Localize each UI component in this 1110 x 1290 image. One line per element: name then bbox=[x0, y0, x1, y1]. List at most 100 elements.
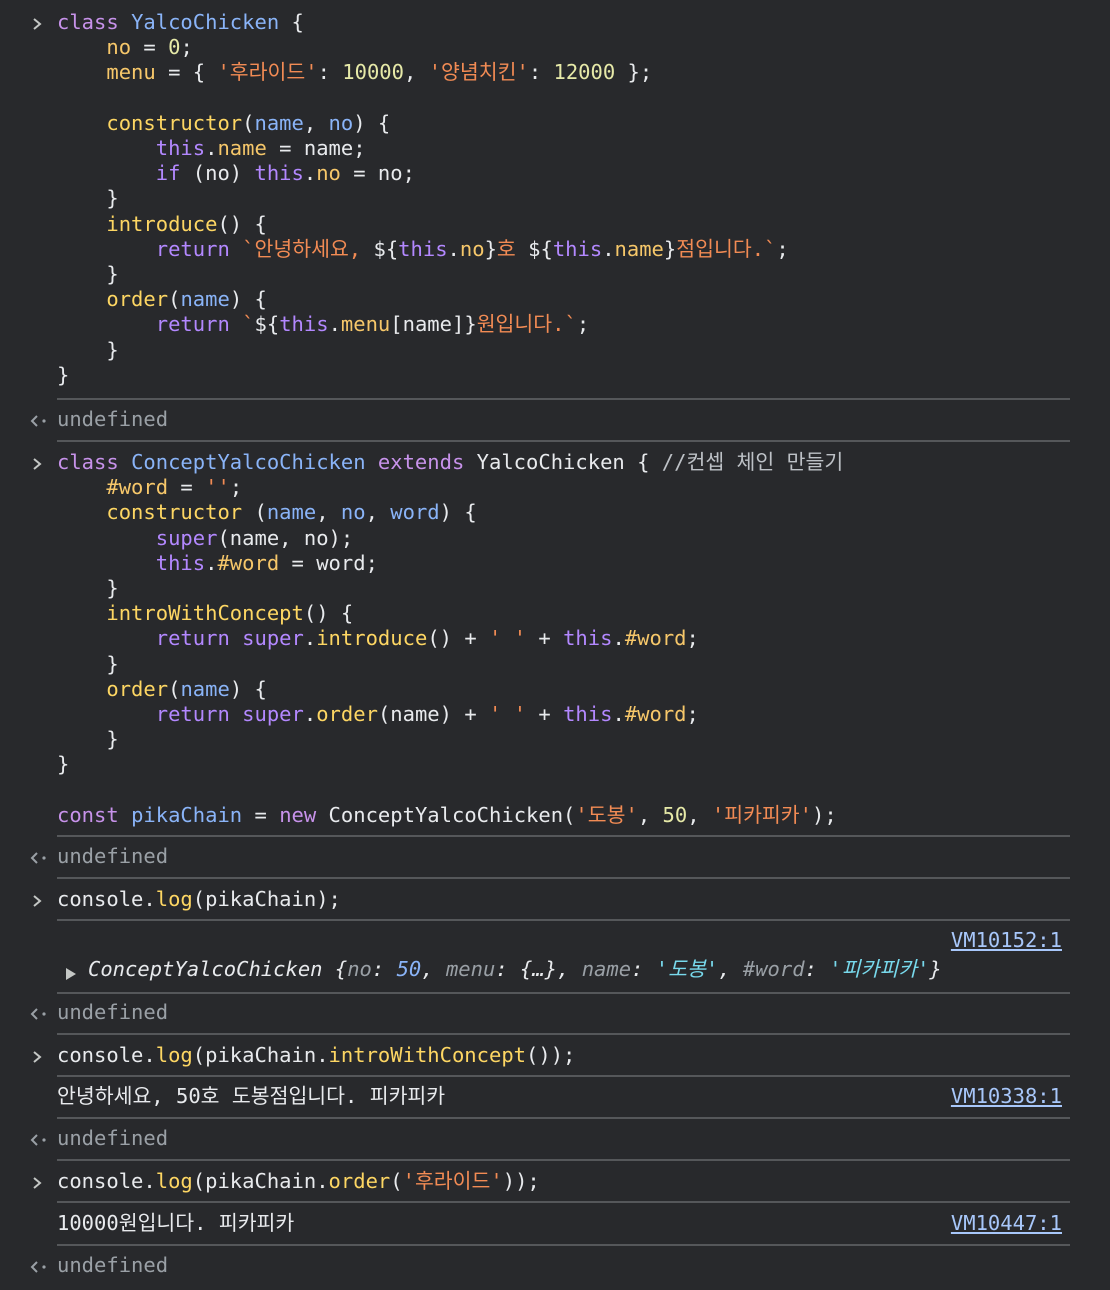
console-result-entry: undefined bbox=[0, 842, 1110, 874]
code-token: class bbox=[57, 450, 132, 474]
code-line: introWithConcept() { bbox=[57, 601, 353, 625]
code-token: name bbox=[266, 500, 317, 525]
console-result-entry: undefined bbox=[0, 1124, 1110, 1156]
code-token: this bbox=[552, 236, 603, 261]
code-token: super bbox=[155, 525, 218, 550]
code-token: ConceptYalcoChicken( bbox=[316, 802, 576, 827]
console-log-entry: 안녕하세요, 50호 도봉점입니다. 피카피카 VM10338:1 bbox=[0, 1082, 1110, 1114]
code-token: ' ' bbox=[489, 626, 527, 651]
code-token: } bbox=[929, 957, 942, 981]
separator bbox=[57, 440, 1070, 442]
code-token: } bbox=[484, 236, 497, 261]
return-arrow-icon bbox=[30, 850, 48, 870]
code-token: } bbox=[57, 337, 119, 362]
code-token: = { bbox=[155, 60, 218, 85]
code-token: //컨셉 체인 만들기 bbox=[661, 450, 844, 474]
code-token: : bbox=[528, 60, 554, 85]
code-token: = bbox=[131, 35, 169, 60]
code-token: : bbox=[631, 957, 656, 981]
code-token: name bbox=[180, 676, 230, 701]
return-arrow-icon bbox=[30, 1132, 48, 1152]
code-token: ) { bbox=[353, 110, 391, 135]
code-token: = name; bbox=[266, 136, 366, 161]
code-token: , bbox=[718, 957, 743, 981]
code-line: } bbox=[57, 752, 69, 776]
code-token: log bbox=[155, 1043, 193, 1067]
code-token: ; bbox=[776, 236, 789, 261]
code-token: console. bbox=[57, 887, 156, 911]
console-input-entry[interactable]: console.log(pikaChain); bbox=[0, 887, 1110, 917]
console-input-entry[interactable]: class YalcoChicken { no = 0; menu = { '후… bbox=[0, 10, 1110, 400]
code-token: return bbox=[155, 626, 230, 651]
console-input-entry[interactable]: console.log(pikaChain.order('후라이드')); bbox=[0, 1169, 1110, 1199]
console-result-entry: undefined bbox=[0, 998, 1110, 1030]
code-token: (name, no); bbox=[217, 525, 354, 550]
separator bbox=[57, 1075, 1070, 1077]
code-token: constructor bbox=[106, 500, 243, 525]
source-link[interactable]: VM10338:1 bbox=[951, 1083, 1062, 1109]
console-input-entry[interactable]: class ConceptYalcoChicken extends YalcoC… bbox=[0, 450, 1110, 835]
code-token: 12000 bbox=[553, 60, 616, 85]
code-line: if (no) this.no = no; bbox=[57, 161, 415, 185]
code-token: . bbox=[303, 702, 317, 727]
code-token: no bbox=[316, 161, 341, 186]
code-token: . bbox=[205, 550, 218, 575]
code-token: ; bbox=[229, 475, 243, 500]
code-token: order bbox=[106, 676, 169, 701]
code-token: , bbox=[687, 802, 712, 827]
code-token: ` bbox=[242, 312, 255, 337]
code-token: return bbox=[155, 702, 230, 727]
console-log-entry: 10000원입니다. 피카피카 VM10447:1 bbox=[0, 1209, 1110, 1241]
code-token: class bbox=[57, 10, 132, 34]
source-link[interactable]: VM10447:1 bbox=[951, 1210, 1062, 1236]
console-input-entry[interactable]: console.log(pikaChain.introWithConcept()… bbox=[0, 1043, 1110, 1073]
separator bbox=[57, 1159, 1070, 1161]
code-block: console.log(pikaChain.introWithConcept()… bbox=[57, 1043, 575, 1068]
code-token: ( bbox=[168, 287, 181, 312]
triangle-right-icon[interactable] bbox=[64, 962, 78, 986]
result-value: undefined bbox=[57, 844, 169, 868]
code-token: 원입니다.` bbox=[476, 312, 577, 337]
code-token: name bbox=[614, 236, 664, 261]
code-token: if bbox=[155, 161, 181, 186]
code-token: . bbox=[612, 702, 625, 727]
code-token: . bbox=[328, 312, 341, 337]
source-link[interactable]: VM10152:1 bbox=[951, 927, 1062, 953]
code-token: return bbox=[155, 312, 230, 337]
console-result-entry: undefined bbox=[0, 405, 1110, 437]
code-token: this bbox=[563, 626, 613, 651]
code-token: '후라이드' bbox=[217, 60, 318, 85]
code-token: name bbox=[180, 287, 230, 312]
code-token: ${ bbox=[373, 236, 399, 261]
code-line: class ConceptYalcoChicken extends YalcoC… bbox=[57, 450, 843, 474]
code-token: #word bbox=[742, 957, 805, 981]
code-line: menu = { '후라이드': 10000, '양념치킨': 12000 }; bbox=[57, 60, 652, 84]
code-token: }; bbox=[615, 60, 653, 85]
code-token: no bbox=[328, 110, 354, 135]
code-token: ) { bbox=[439, 500, 477, 525]
return-arrow-icon bbox=[30, 413, 48, 433]
code-token: ); bbox=[812, 802, 837, 827]
code-block: class YalcoChicken { no = 0; menu = { '후… bbox=[57, 10, 789, 388]
code-token: this bbox=[254, 161, 304, 186]
code-token: '피카피카' bbox=[829, 957, 930, 981]
code-token: } bbox=[663, 236, 677, 261]
code-token: #word bbox=[217, 550, 280, 575]
object-preview[interactable]: ConceptYalcoChicken {no: 50, menu: {…}, … bbox=[88, 956, 942, 982]
code-token: const bbox=[57, 802, 119, 827]
code-token: order bbox=[316, 702, 378, 727]
code-token: `안녕하세요, bbox=[242, 236, 374, 261]
code-token: (pikaChain); bbox=[192, 887, 341, 911]
code-line: return `${this.menu[name]}원입니다.`; bbox=[57, 312, 589, 336]
code-token: : bbox=[317, 60, 343, 85]
separator bbox=[57, 1117, 1070, 1119]
code-token: introduce bbox=[106, 211, 218, 236]
result-value: undefined bbox=[57, 1000, 169, 1024]
code-token: , bbox=[316, 500, 341, 525]
code-token: '도봉' bbox=[655, 957, 719, 981]
